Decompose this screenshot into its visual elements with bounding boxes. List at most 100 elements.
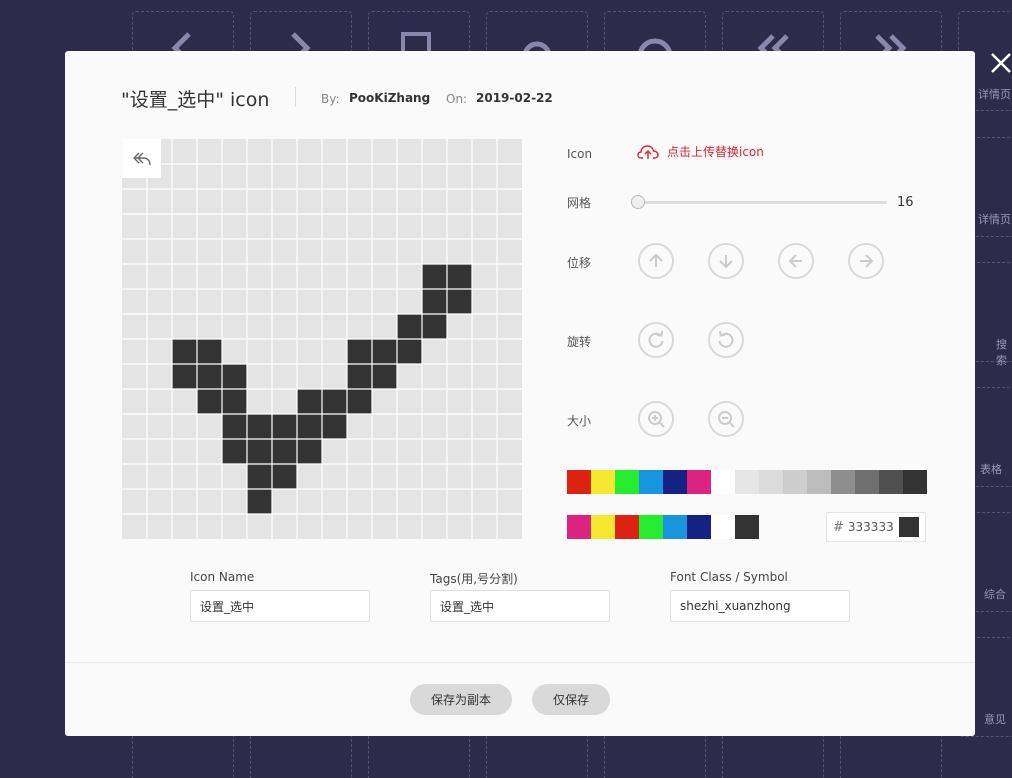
empty-pixel[interactable] — [197, 264, 222, 289]
empty-pixel[interactable] — [422, 464, 447, 489]
hex-value[interactable]: 333333 — [848, 520, 899, 534]
empty-pixel[interactable] — [397, 189, 422, 214]
empty-pixel[interactable] — [122, 239, 147, 264]
filled-pixel[interactable] — [347, 364, 372, 389]
empty-pixel[interactable] — [322, 489, 347, 514]
filled-pixel[interactable] — [222, 364, 247, 389]
empty-pixel[interactable] — [397, 264, 422, 289]
filled-pixel[interactable] — [422, 289, 447, 314]
filled-pixel[interactable] — [197, 364, 222, 389]
empty-pixel[interactable] — [272, 164, 297, 189]
empty-pixel[interactable] — [372, 239, 397, 264]
empty-pixel[interactable] — [147, 464, 172, 489]
empty-pixel[interactable] — [222, 289, 247, 314]
empty-pixel[interactable] — [422, 389, 447, 414]
empty-pixel[interactable] — [247, 514, 272, 539]
empty-pixel[interactable] — [272, 514, 297, 539]
empty-pixel[interactable] — [372, 414, 397, 439]
empty-pixel[interactable] — [347, 414, 372, 439]
color-swatch[interactable] — [663, 470, 687, 494]
empty-pixel[interactable] — [372, 514, 397, 539]
empty-pixel[interactable] — [247, 164, 272, 189]
empty-pixel[interactable] — [172, 489, 197, 514]
empty-pixel[interactable] — [497, 464, 522, 489]
color-swatch[interactable] — [783, 470, 807, 494]
empty-pixel[interactable] — [472, 314, 497, 339]
empty-pixel[interactable] — [497, 239, 522, 264]
empty-pixel[interactable] — [397, 139, 422, 164]
empty-pixel[interactable] — [397, 489, 422, 514]
empty-pixel[interactable] — [122, 364, 147, 389]
empty-pixel[interactable] — [297, 289, 322, 314]
empty-pixel[interactable] — [247, 189, 272, 214]
filled-pixel[interactable] — [447, 264, 472, 289]
filled-pixel[interactable] — [222, 439, 247, 464]
empty-pixel[interactable] — [222, 464, 247, 489]
filled-pixel[interactable] — [272, 439, 297, 464]
empty-pixel[interactable] — [297, 314, 322, 339]
empty-pixel[interactable] — [122, 289, 147, 314]
empty-pixel[interactable] — [122, 489, 147, 514]
author-name[interactable]: PooKiZhang — [349, 91, 430, 105]
filled-pixel[interactable] — [222, 389, 247, 414]
empty-pixel[interactable] — [322, 314, 347, 339]
empty-pixel[interactable] — [147, 389, 172, 414]
empty-pixel[interactable] — [172, 414, 197, 439]
empty-pixel[interactable] — [422, 364, 447, 389]
empty-pixel[interactable] — [122, 314, 147, 339]
rotate-clockwise-button[interactable] — [638, 322, 674, 358]
empty-pixel[interactable] — [272, 339, 297, 364]
empty-pixel[interactable] — [147, 314, 172, 339]
filled-pixel[interactable] — [197, 389, 222, 414]
empty-pixel[interactable] — [472, 514, 497, 539]
empty-pixel[interactable] — [422, 214, 447, 239]
empty-pixel[interactable] — [397, 389, 422, 414]
empty-pixel[interactable] — [397, 214, 422, 239]
empty-pixel[interactable] — [297, 239, 322, 264]
empty-pixel[interactable] — [372, 314, 397, 339]
empty-pixel[interactable] — [197, 414, 222, 439]
color-swatch[interactable] — [855, 470, 879, 494]
empty-pixel[interactable] — [197, 489, 222, 514]
empty-pixel[interactable] — [122, 214, 147, 239]
filled-pixel[interactable] — [322, 414, 347, 439]
color-swatch[interactable] — [879, 470, 903, 494]
empty-pixel[interactable] — [322, 364, 347, 389]
filled-pixel[interactable] — [272, 464, 297, 489]
empty-pixel[interactable] — [497, 339, 522, 364]
color-swatch[interactable] — [663, 515, 687, 539]
empty-pixel[interactable] — [172, 514, 197, 539]
empty-pixel[interactable] — [147, 189, 172, 214]
empty-pixel[interactable] — [222, 339, 247, 364]
filled-pixel[interactable] — [247, 414, 272, 439]
empty-pixel[interactable] — [372, 264, 397, 289]
empty-pixel[interactable] — [197, 214, 222, 239]
color-swatch[interactable] — [687, 515, 711, 539]
empty-pixel[interactable] — [447, 389, 472, 414]
empty-pixel[interactable] — [347, 189, 372, 214]
empty-pixel[interactable] — [247, 139, 272, 164]
move-left-button[interactable] — [778, 243, 814, 279]
empty-pixel[interactable] — [297, 464, 322, 489]
empty-pixel[interactable] — [272, 239, 297, 264]
empty-pixel[interactable] — [122, 514, 147, 539]
empty-pixel[interactable] — [297, 189, 322, 214]
empty-pixel[interactable] — [372, 139, 397, 164]
empty-pixel[interactable] — [497, 314, 522, 339]
empty-pixel[interactable] — [497, 414, 522, 439]
filled-pixel[interactable] — [247, 464, 272, 489]
empty-pixel[interactable] — [247, 389, 272, 414]
empty-pixel[interactable] — [147, 239, 172, 264]
empty-pixel[interactable] — [322, 514, 347, 539]
color-swatch[interactable] — [687, 470, 711, 494]
empty-pixel[interactable] — [422, 189, 447, 214]
empty-pixel[interactable] — [147, 214, 172, 239]
filled-pixel[interactable] — [372, 339, 397, 364]
empty-pixel[interactable] — [347, 439, 372, 464]
empty-pixel[interactable] — [147, 289, 172, 314]
empty-pixel[interactable] — [172, 214, 197, 239]
empty-pixel[interactable] — [247, 289, 272, 314]
color-swatch[interactable] — [615, 515, 639, 539]
empty-pixel[interactable] — [322, 189, 347, 214]
empty-pixel[interactable] — [497, 139, 522, 164]
